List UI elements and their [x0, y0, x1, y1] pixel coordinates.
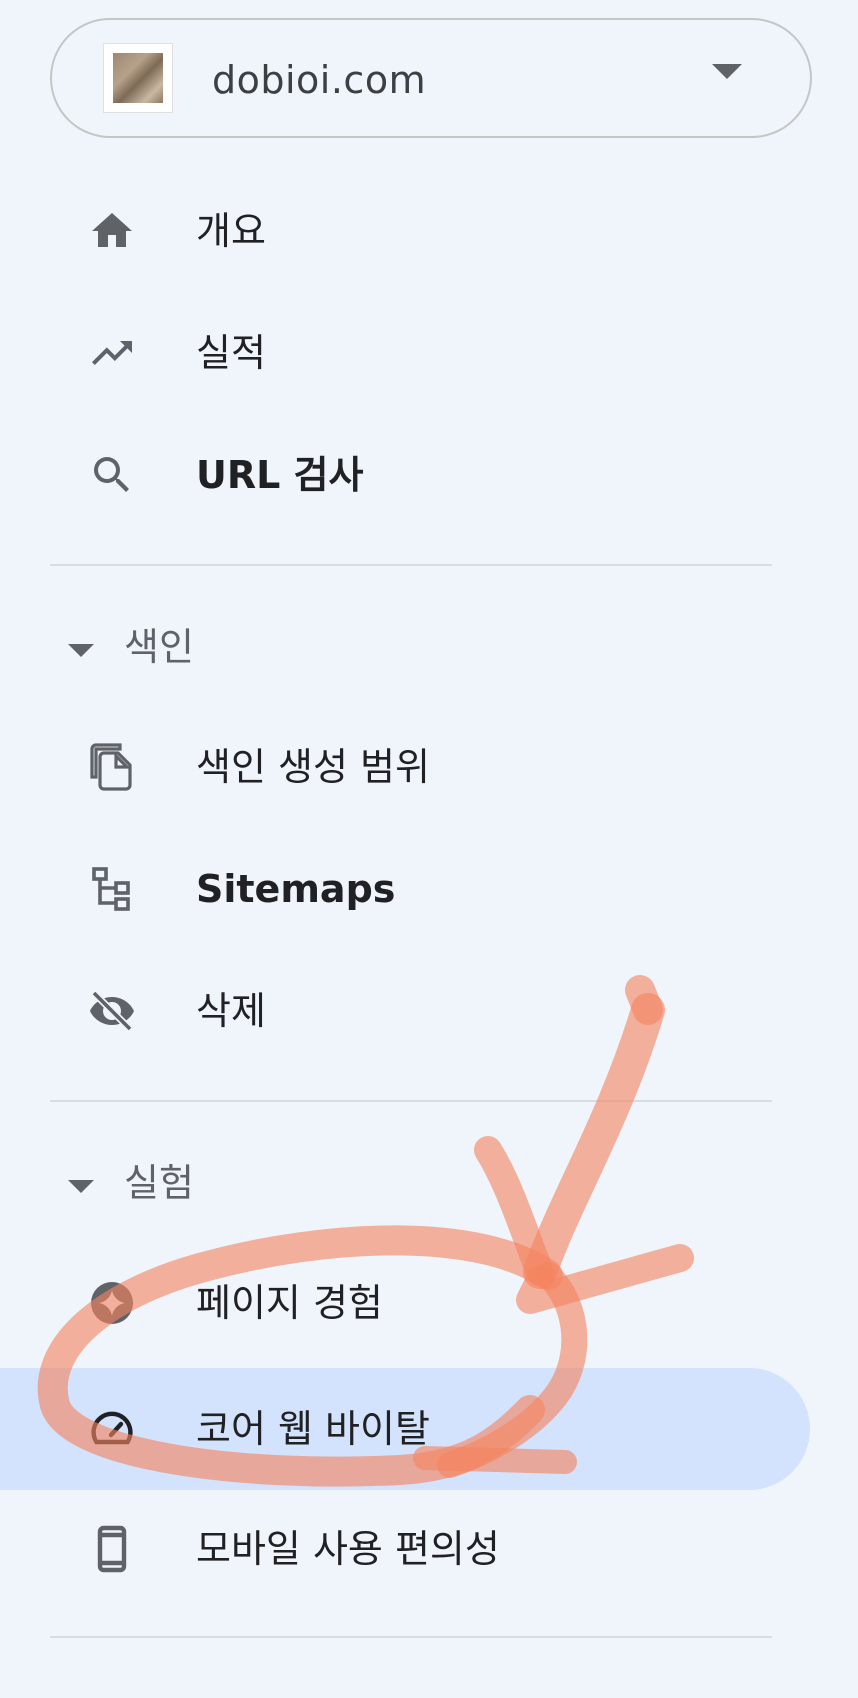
section-title: 실험 [124, 1161, 194, 1205]
search-icon [88, 451, 136, 499]
section-header-indexing[interactable]: 색인 [60, 618, 460, 678]
caret-down-icon [68, 1180, 94, 1193]
sparkle-badge-icon [88, 1279, 136, 1327]
eye-off-icon [88, 987, 136, 1035]
nav-item-page-experience[interactable]: 페이지 경험 [0, 1242, 810, 1364]
nav-item-label: URL 검사 [196, 453, 364, 497]
nav-item-performance[interactable]: 실적 [0, 292, 810, 414]
nav-item-label: 색인 생성 범위 [196, 745, 430, 789]
nav-item-core-web-vitals[interactable]: 코어 웹 바이탈 [0, 1368, 810, 1490]
section-header-experience[interactable]: 실험 [60, 1154, 460, 1214]
nav-item-sitemaps[interactable]: Sitemaps [0, 828, 810, 950]
nav-item-url-inspection[interactable]: URL 검사 [0, 414, 810, 536]
divider [50, 564, 772, 566]
nav-item-mobile-usability[interactable]: 모바일 사용 편의성 [0, 1488, 810, 1610]
nav-item-overview[interactable]: 개요 [0, 170, 810, 292]
nav-item-label: 삭제 [196, 989, 266, 1033]
site-favicon [103, 43, 173, 113]
nav-item-label: Sitemaps [196, 867, 396, 911]
property-selector[interactable]: dobioi.com [50, 18, 812, 138]
trending-up-icon [88, 329, 136, 377]
caret-down-icon [68, 644, 94, 657]
divider [50, 1100, 772, 1102]
caret-down-icon [712, 64, 742, 79]
nav-item-coverage[interactable]: 색인 생성 범위 [0, 706, 810, 828]
nav-item-label: 개요 [196, 209, 266, 253]
home-icon [88, 207, 136, 255]
copy-pages-icon [88, 743, 136, 791]
speedometer-icon [88, 1405, 136, 1453]
nav-item-label: 코어 웹 바이탈 [196, 1407, 430, 1451]
nav-item-removals[interactable]: 삭제 [0, 950, 810, 1072]
sitemap-icon [88, 865, 136, 913]
property-domain: dobioi.com [212, 58, 427, 102]
nav-item-label: 모바일 사용 편의성 [196, 1527, 500, 1571]
nav-item-label: 실적 [196, 331, 266, 375]
smartphone-icon [88, 1525, 136, 1573]
divider [50, 1636, 772, 1638]
nav-item-label: 페이지 경험 [196, 1281, 383, 1325]
section-title: 색인 [124, 625, 194, 669]
